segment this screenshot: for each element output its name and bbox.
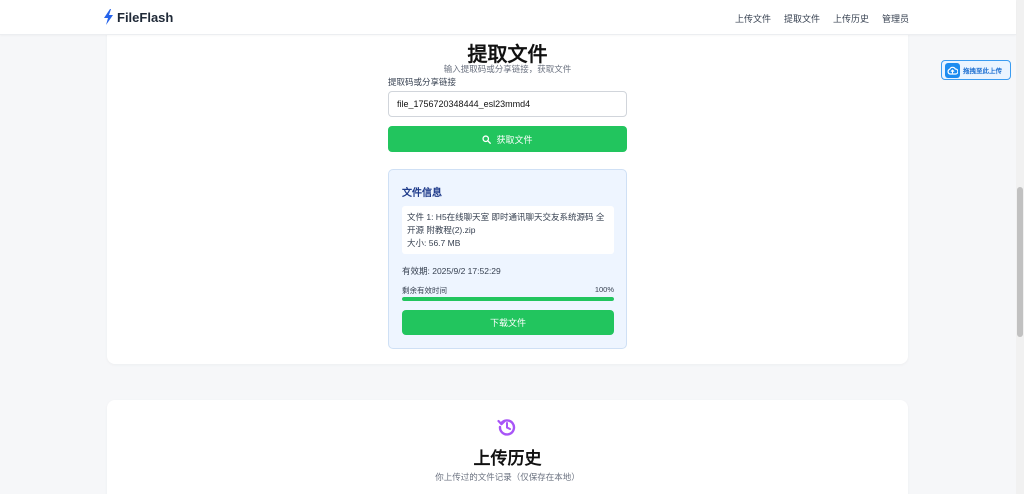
search-icon	[482, 134, 492, 144]
scrollbar-thumb[interactable]	[1017, 187, 1023, 337]
lightning-icon	[104, 9, 113, 25]
page-scrollbar[interactable]	[1016, 0, 1024, 494]
fetch-file-label: 获取文件	[496, 134, 533, 145]
file-name: 文件 1: H5在线聊天室 即时通讯聊天交友系统源码 全开源 附教程(2).zi…	[407, 212, 605, 235]
fetch-file-button[interactable]: 获取文件	[388, 126, 627, 152]
drag-upload-label: 拖拽至此上传	[963, 68, 1002, 75]
nav-links: 上传文件 提取文件 上传历史 管理员	[735, 12, 909, 25]
download-file-button[interactable]: 下载文件	[402, 310, 614, 335]
cloud-upload-icon	[945, 62, 960, 78]
history-icon	[497, 419, 516, 436]
nav-upload-link[interactable]: 上传文件	[735, 12, 771, 25]
nav-retrieve-link[interactable]: 提取文件	[784, 12, 820, 25]
remaining-time-bar	[402, 297, 614, 301]
nav-history-link[interactable]: 上传历史	[833, 12, 869, 25]
remaining-time-label: 剩余有效时间	[402, 286, 447, 295]
brand-logo[interactable]: FileFlash	[104, 9, 173, 25]
brand-name: FileFlash	[117, 9, 174, 25]
history-card: 上传历史 你上传过的文件记录（仅保存在本地）	[107, 400, 908, 494]
file-info-panel: 文件信息 文件 1: H5在线聊天室 即时通讯聊天交友系统源码 全开源 附教程(…	[388, 169, 627, 349]
remaining-time-row: 剩余有效时间 100%	[402, 285, 614, 296]
history-subtitle: 你上传过的文件记录（仅保存在本地）	[435, 472, 580, 482]
drag-upload-button[interactable]: 拖拽至此上传	[941, 60, 1011, 80]
remaining-time-percent: 100%	[594, 285, 614, 294]
history-title: 上传历史	[473, 449, 542, 468]
file-info-title: 文件信息	[402, 188, 442, 199]
file-size: 大小: 56.7 MB	[407, 238, 461, 248]
page-subtitle: 输入提取码或分享链接，获取文件	[443, 64, 572, 74]
remaining-time-fill	[402, 297, 614, 301]
code-input[interactable]	[388, 91, 627, 117]
top-navbar: FileFlash 上传文件 提取文件 上传历史 管理员	[0, 0, 1016, 35]
file-details: 文件 1: H5在线聊天室 即时通讯聊天交友系统源码 全开源 附教程(2).zi…	[402, 206, 614, 254]
expiry-text: 有效期: 2025/9/2 17:52:29	[402, 266, 501, 276]
nav-admin-link[interactable]: 管理员	[882, 12, 909, 25]
code-field-label: 提取码或分享链接	[388, 77, 457, 87]
